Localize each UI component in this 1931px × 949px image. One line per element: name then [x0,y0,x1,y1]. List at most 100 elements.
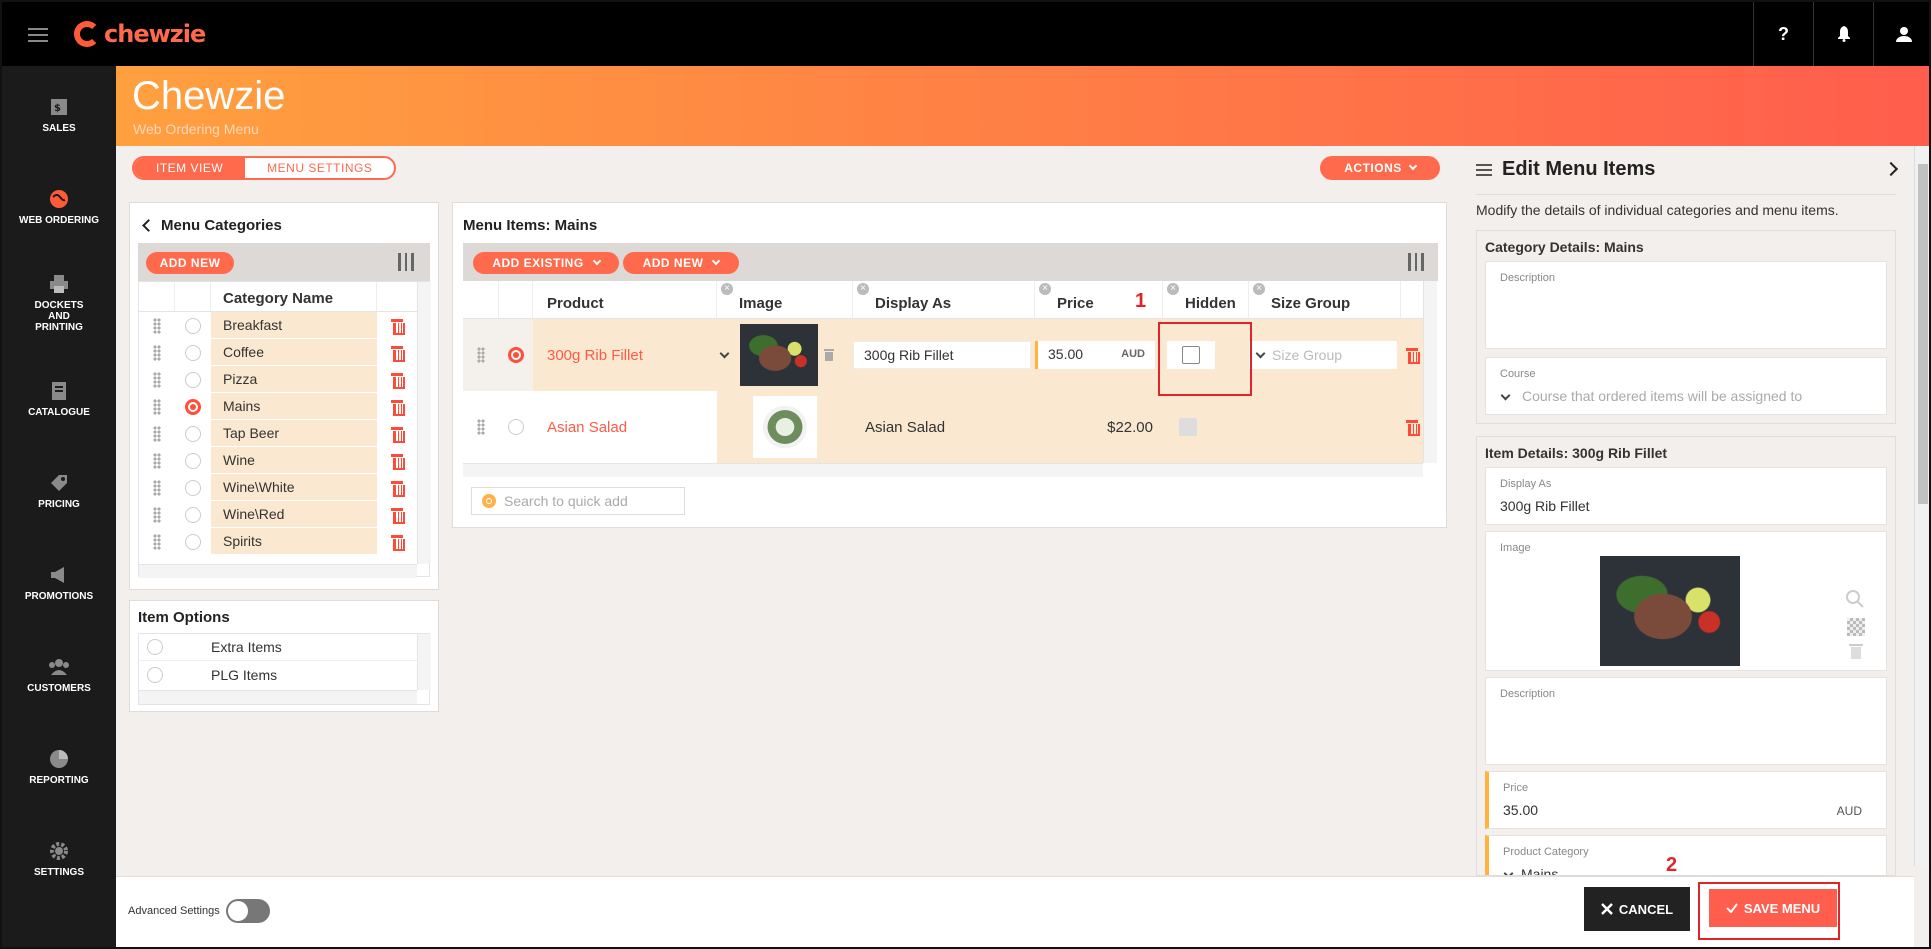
quick-add-search-input[interactable]: Search to quick add [471,487,685,515]
category-radio[interactable] [185,479,201,496]
product-name[interactable]: Asian Salad [533,391,717,463]
collapse-panel-icon[interactable] [1883,161,1899,177]
delete-row-icon[interactable] [1406,420,1420,436]
delete-image-icon[interactable] [1849,644,1863,660]
delete-row-icon[interactable] [1406,348,1420,364]
advanced-settings-toggle[interactable] [226,899,270,923]
list-icon[interactable] [1476,163,1492,176]
item-view-tab[interactable]: ITEM VIEW [134,158,246,178]
category-radio[interactable] [185,533,201,550]
category-name[interactable]: Wine [211,447,377,474]
product-image[interactable] [753,396,817,458]
drag-handle-icon[interactable] [153,506,161,523]
category-radio[interactable] [185,317,201,334]
category-name[interactable]: Tap Beer [211,420,377,447]
remove-column-icon[interactable]: × [721,283,733,295]
price-cell[interactable]: $22.00 [1035,419,1163,436]
option-radio[interactable] [147,639,163,655]
categories-vscroll[interactable] [417,282,431,564]
column-chooser-icon[interactable] [1408,253,1424,271]
list-item[interactable]: Spirits [139,528,417,555]
delete-category-icon[interactable] [391,426,405,443]
delete-category-icon[interactable] [391,372,405,389]
categories-hscroll[interactable] [139,564,417,578]
drag-handle-icon[interactable] [153,452,161,469]
sidebar-item-pricing[interactable]: PRICING [2,442,116,534]
product-category-field[interactable]: Product Category Mains [1485,835,1887,875]
drag-handle-icon[interactable] [153,398,161,415]
category-radio[interactable] [185,506,201,523]
category-name[interactable]: Wine\White [211,474,377,501]
transparency-icon[interactable] [1847,618,1865,636]
remove-column-icon[interactable]: × [1167,283,1179,295]
remove-column-icon[interactable]: × [1253,283,1265,295]
category-radio[interactable] [185,398,201,415]
list-item[interactable]: Pizza [139,366,417,393]
row-select-radio[interactable] [508,347,524,363]
category-name[interactable]: Breakfast [211,312,377,339]
option-radio[interactable] [147,666,163,683]
price-input[interactable]: 35.00 AUD [1035,341,1155,369]
drag-handle-icon[interactable] [153,533,161,550]
category-name[interactable]: Spirits [211,528,377,555]
delete-category-icon[interactable] [391,318,405,335]
cancel-button[interactable]: CANCEL [1584,887,1690,931]
table-row[interactable]: Asian Salad Asian Salad $22.00 [463,391,1423,463]
list-item[interactable]: Coffee [139,339,417,366]
zoom-icon[interactable] [1846,590,1864,608]
add-category-button[interactable]: ADD NEW [146,252,234,274]
sidebar-item-reporting[interactable]: REPORTING [2,718,116,810]
hidden-checkbox[interactable] [1179,418,1197,436]
list-item[interactable]: Wine\White [139,474,417,501]
category-name[interactable]: Coffee [211,339,377,366]
display-as-cell[interactable]: Asian Salad [853,419,1035,436]
category-description-field[interactable]: Description [1485,261,1887,349]
list-item[interactable]: Wine\Red [139,501,417,528]
delete-category-icon[interactable] [391,507,405,524]
price-field[interactable]: Price 35.00 AUD [1485,771,1887,829]
list-item[interactable]: Wine [139,447,417,474]
drag-handle-icon[interactable] [153,425,161,442]
drag-handle-icon[interactable] [153,317,161,334]
display-as-field[interactable]: Display As 300g Rib Fillet [1485,467,1887,525]
table-row[interactable]: 300g Rib Fillet 300g Rib Fillet 35.00 AU… [463,319,1423,391]
category-radio[interactable] [185,344,201,361]
sidebar-item-promotions[interactable]: PROMOTIONS [2,534,116,626]
delete-category-icon[interactable] [391,480,405,497]
trash-icon[interactable] [824,349,834,361]
category-radio[interactable] [185,452,201,469]
category-name[interactable]: Wine\Red [211,501,377,528]
product-name[interactable]: 300g Rib Fillet [533,347,717,364]
chevron-down-icon[interactable] [719,348,730,358]
sidebar-item-sales[interactable]: $ SALES [2,66,116,158]
row-select-radio[interactable] [508,419,524,435]
sidebar-item-customers[interactable]: CUSTOMERS [2,626,116,718]
list-item[interactable]: Tap Beer [139,420,417,447]
delete-category-icon[interactable] [391,345,405,362]
product-image[interactable] [740,324,818,386]
sidebar-item-settings[interactable]: SETTINGS [2,810,116,902]
page-vscroll[interactable] [1914,146,1929,866]
add-new-item-button[interactable]: ADD NEW [623,252,739,274]
sidebar-item-web-ordering[interactable]: WEB ORDERING [2,158,116,250]
delete-category-icon[interactable] [391,453,405,470]
drag-handle-icon[interactable] [153,371,161,388]
size-group-select[interactable]: Size Group [1249,341,1397,369]
brand-logo[interactable]: chewzie [74,16,206,52]
category-radio[interactable] [185,371,201,388]
drag-handle-icon[interactable] [477,419,485,435]
sidebar-item-catalogue[interactable]: CATALOGUE [2,350,116,442]
category-name[interactable]: Pizza [211,366,377,393]
column-chooser-icon[interactable] [398,253,414,271]
course-select[interactable]: Course Course that ordered items will be… [1485,357,1887,415]
sidebar-item-dockets[interactable]: DOCKETS AND PRINTING [2,250,116,350]
delete-category-icon[interactable] [391,399,405,416]
items-hscroll[interactable] [463,463,1423,477]
notifications-button[interactable] [1813,2,1873,66]
drag-handle-icon[interactable] [153,344,161,361]
remove-column-icon[interactable]: × [857,283,869,295]
category-radio[interactable] [185,425,201,442]
delete-category-icon[interactable] [391,534,405,551]
help-button[interactable]: ? [1753,2,1813,66]
add-existing-button[interactable]: ADD EXISTING [473,252,619,274]
